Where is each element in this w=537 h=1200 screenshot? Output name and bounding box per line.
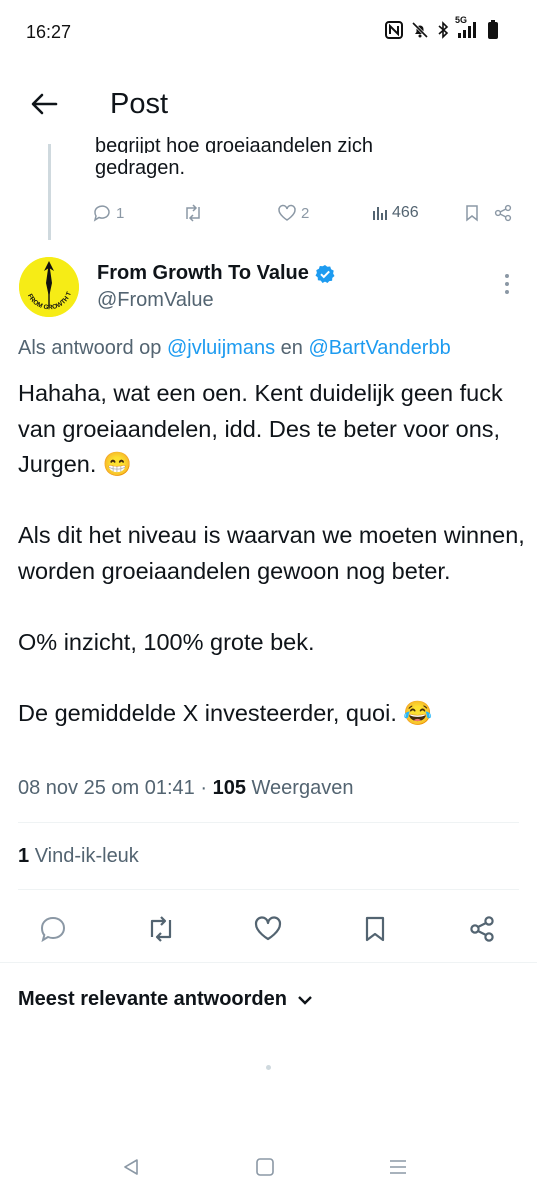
post-paragraph: Hahaha, wat een oen. Kent duidelijk geen… [18,380,503,477]
status-icons: 5G [385,15,499,40]
repost-icon [150,916,172,942]
nav-recents-button[interactable] [383,1154,413,1180]
nav-back-button[interactable] [116,1154,146,1180]
loading-indicator [266,1065,271,1070]
author-name: From Growth To Value [97,262,309,284]
meta-separator: · [200,777,208,799]
post-paragraph: Als dit het niveau is waarvan we moeten … [18,522,525,584]
reply-prefix: Als antwoord op [18,337,162,359]
previous-post-clipped-line: begrijpt hoe groeiaandelen zich [95,135,373,153]
share-button[interactable] [464,911,500,947]
previous-post-actions: 1 2 466 [92,204,522,230]
more-vertical-icon [505,274,509,294]
previous-reply-count: 1 [116,204,125,222]
post-action-bar [0,905,537,951]
more-options-button[interactable] [495,270,519,298]
previous-like-count: 2 [301,204,310,222]
like-button[interactable] [250,911,286,947]
page-title: Post [110,88,169,120]
verified-badge-icon [315,264,335,283]
divider [0,962,537,963]
heart-icon [254,916,282,941]
previous-like-button[interactable]: 2 [277,204,309,222]
avatar[interactable]: FROM GROWTH TO VALUE [19,257,79,317]
reply-context: Als antwoord op @jvluijmans en @BartVand… [18,337,451,360]
heart-icon [278,204,296,221]
system-nav-bar [0,1140,537,1200]
bookmark-icon [365,916,385,942]
previous-reply-button[interactable]: 1 [92,204,124,222]
battery-icon [487,20,499,40]
back-button[interactable] [24,84,64,124]
bell-off-icon [411,21,429,39]
previous-share-button[interactable] [494,204,512,222]
signal-icon: 5G [455,15,479,39]
post-paragraph: O% inzicht, 100% grote bek. [18,628,315,655]
arrow-left-icon [31,93,58,115]
author-handle[interactable]: @FromValue [97,289,214,312]
divider [18,822,519,823]
square-home-icon [256,1158,274,1176]
likes-count: 1 [18,845,30,867]
author-name-row[interactable]: From Growth To Value [97,262,335,285]
mention-link-2[interactable]: @BartVanderbb [308,337,450,359]
avatar-logo: FROM GROWTH TO VALUE [19,257,79,317]
sort-replies-dropdown[interactable]: Meest relevante antwoorden [18,988,313,1011]
post-timestamp[interactable]: 08 nov 25 om 01:41 [18,777,195,799]
header: Post [0,70,537,140]
bluetooth-icon [437,21,449,39]
network-type: 5G [455,15,468,25]
post-body: Hahaha, wat een oen. Kent duidelijk geen… [18,376,528,731]
thread-connector [48,144,51,240]
previous-views-count: 466 [392,204,419,221]
views-icon [373,207,387,220]
likes-label: Vind-ik-leuk [34,845,139,867]
previous-bookmark-button[interactable] [464,204,480,222]
menu-lines-icon [390,1160,406,1174]
divider [18,889,519,890]
share-icon [494,204,512,222]
previous-views-button[interactable]: 466 [372,204,419,222]
share-icon [470,916,494,942]
chevron-down-icon [298,995,312,1005]
previous-post-text[interactable]: begrijpt hoe groeiaandelen zich gedragen… [95,135,373,183]
likes-summary[interactable]: 1 Vind-ik-leuk [18,845,139,868]
views-count: 105 [212,777,246,799]
status-time: 16:27 [26,22,72,42]
bookmark-icon [466,205,478,222]
comment-icon [40,916,66,943]
reply-joiner: en [280,337,303,359]
triangle-back-icon [124,1159,138,1175]
previous-post-line: gedragen. [95,157,186,179]
reply-button[interactable] [35,911,71,947]
comment-icon [93,205,110,222]
repost-button[interactable] [143,911,179,947]
sort-label: Meest relevante antwoorden [18,988,287,1010]
repost-icon [186,204,200,222]
post-paragraph: De gemiddelde X investeerder, quoi. 😂 [18,699,433,726]
previous-repost-button[interactable] [182,204,204,222]
bookmark-button[interactable] [357,911,393,947]
nav-home-button[interactable] [250,1154,280,1180]
nfc-icon [385,21,403,39]
mention-link-1[interactable]: @jvluijmans [167,337,275,359]
status-bar: 16:27 5G [0,0,537,64]
views-label: Weergaven [251,777,354,799]
post-meta: 08 nov 25 om 01:41 · 105 Weergaven [18,777,353,800]
